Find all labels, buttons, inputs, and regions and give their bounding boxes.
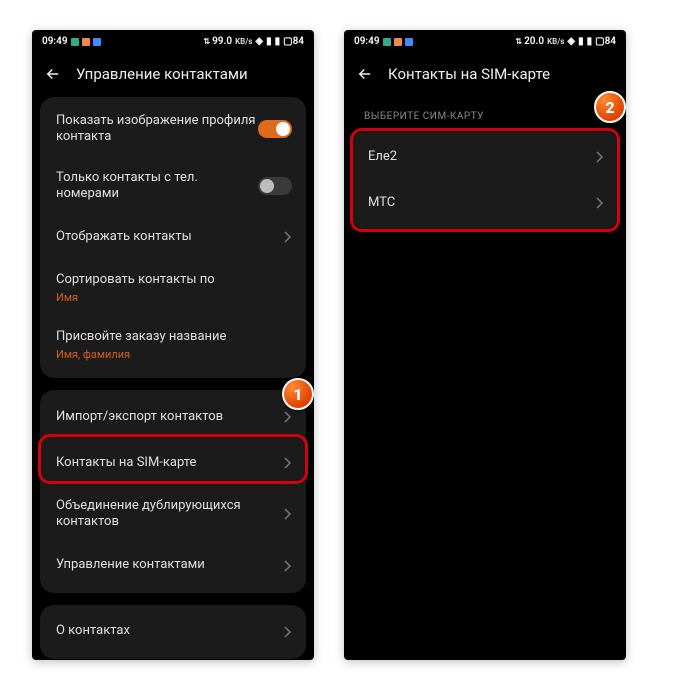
step-badge-1: 1 <box>282 378 314 410</box>
row-import-export[interactable]: Импорт/экспорт контактов <box>40 394 306 440</box>
toggle-on[interactable] <box>258 120 292 138</box>
status-left: 09:49 <box>354 36 413 47</box>
signal-icon: ▮ <box>275 36 281 47</box>
signal-icon: ▮ <box>266 36 272 47</box>
signal-icon: ▮ <box>587 36 593 47</box>
row-label: Отображать контакты <box>56 229 282 245</box>
settings-panel-3: О контактах <box>40 605 306 659</box>
status-icon <box>71 38 79 46</box>
status-right: ⇅ 99.0 KB/s ◈ ▮ ▮ ▢84 <box>203 36 304 47</box>
row-merge-duplicates[interactable]: Объединение дублирующихся контактов <box>40 486 306 543</box>
chevron-right-icon <box>282 559 292 573</box>
sim-panel: Еле2 МТС <box>352 130 618 230</box>
status-icon <box>394 38 402 46</box>
chevron-right-icon <box>282 625 292 639</box>
net-speed: ⇅ 20.0 <box>515 36 544 47</box>
step-badge-2: 2 <box>594 91 626 123</box>
row-sim-contacts[interactable]: Контакты на SIM-карте <box>40 440 306 486</box>
row-only-with-numbers[interactable]: Только контакты с тел. номерами <box>40 158 306 215</box>
screen-header: Контакты на SIM-карте <box>344 51 626 97</box>
settings-panel-2: Импорт/экспорт контактов Контакты на SIM… <box>40 390 306 593</box>
status-icon <box>82 38 90 46</box>
row-label: Только контакты с тел. номерами <box>56 170 258 203</box>
wifi-icon: ◈ <box>255 36 263 47</box>
signal-icon: ▮ <box>578 36 584 47</box>
row-sub-value: Имя <box>56 291 292 305</box>
chevron-right-icon <box>282 410 292 424</box>
back-icon[interactable] <box>356 65 374 83</box>
chevron-right-icon <box>282 507 292 521</box>
battery-icon: ▢84 <box>595 36 616 47</box>
page-title: Контакты на SIM-карте <box>388 65 550 83</box>
status-time: 09:49 <box>354 36 380 47</box>
status-bar: 09:49 ⇅ 20.0 KB/s ◈ ▮ ▮ ▢84 <box>344 30 626 51</box>
row-sim-2[interactable]: МТС <box>352 180 618 226</box>
page-title: Управление контактами <box>76 65 248 83</box>
phone-left: 09:49 ⇅ 99.0 KB/s ◈ ▮ ▮ ▢84 Управление к… <box>32 30 314 660</box>
row-sort-by[interactable]: Сортировать контакты по Имя <box>40 260 306 317</box>
row-about[interactable]: О контактах <box>40 609 306 655</box>
net-unit: KB/s <box>547 37 564 46</box>
row-manage-contacts[interactable]: Управление контактами <box>40 543 306 589</box>
back-icon[interactable] <box>44 65 62 83</box>
row-label: Еле2 <box>368 149 594 165</box>
chevron-right-icon <box>594 150 604 164</box>
status-bar: 09:49 ⇅ 99.0 KB/s ◈ ▮ ▮ ▢84 <box>32 30 314 51</box>
row-sub-value: Имя, фамилия <box>56 348 292 362</box>
row-label: Присвойте заказу название Имя, фамилия <box>56 329 292 362</box>
row-display-contacts[interactable]: Отображать контакты <box>40 214 306 260</box>
row-label: Объединение дублирующихся контактов <box>56 498 282 531</box>
toggle-off[interactable] <box>258 177 292 195</box>
chevron-right-icon <box>282 230 292 244</box>
row-label: Контакты на SIM-карте <box>56 455 282 471</box>
row-label: Показать изображение профиля контакта <box>56 113 258 146</box>
row-label: Сортировать контакты по Имя <box>56 272 292 305</box>
row-label: Импорт/экспорт контактов <box>56 409 282 425</box>
status-left: 09:49 <box>42 36 101 47</box>
phone-right: 09:49 ⇅ 20.0 KB/s ◈ ▮ ▮ ▢84 Контакты на … <box>344 30 626 660</box>
status-icon <box>93 38 101 46</box>
row-show-profile-image[interactable]: Показать изображение профиля контакта <box>40 101 306 158</box>
net-speed: ⇅ 99.0 <box>203 36 232 47</box>
status-icon <box>383 38 391 46</box>
row-label: Управление контактами <box>56 557 282 573</box>
row-label: МТС <box>368 195 594 211</box>
row-label: О контактах <box>56 623 282 639</box>
status-right: ⇅ 20.0 KB/s ◈ ▮ ▮ ▢84 <box>515 36 616 47</box>
chevron-right-icon <box>282 456 292 470</box>
status-time: 09:49 <box>42 36 68 47</box>
battery-icon: ▢84 <box>283 36 304 47</box>
row-custom-order[interactable]: Присвойте заказу название Имя, фамилия <box>40 317 306 374</box>
section-label: ВЫБЕРИТЕ СИМ-КАРТУ <box>344 97 626 130</box>
settings-panel-1: Показать изображение профиля контакта То… <box>40 97 306 378</box>
net-unit: KB/s <box>235 37 252 46</box>
chevron-right-icon <box>594 196 604 210</box>
wifi-icon: ◈ <box>567 36 575 47</box>
status-icon <box>405 38 413 46</box>
row-sim-1[interactable]: Еле2 <box>352 134 618 180</box>
screen-header: Управление контактами <box>32 51 314 97</box>
